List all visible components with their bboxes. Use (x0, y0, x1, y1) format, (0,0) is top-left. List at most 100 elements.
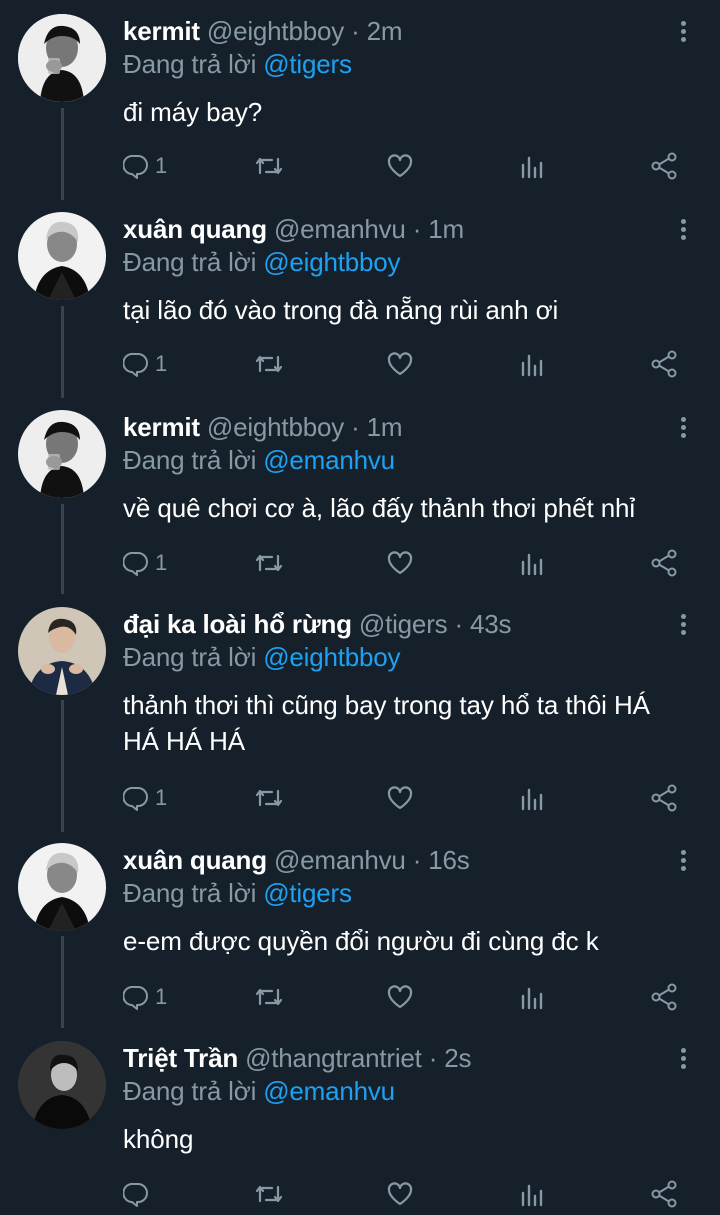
share-icon (651, 350, 677, 378)
like-icon (387, 352, 413, 376)
retweet-icon (255, 789, 283, 807)
replying-to-label: Đang trả lời (123, 642, 257, 672)
share-button[interactable] (650, 344, 678, 384)
retweet-button[interactable] (254, 543, 284, 583)
timestamp[interactable]: 1m (367, 412, 403, 442)
tweet-actions: 1 (0, 146, 720, 186)
avatar[interactable] (18, 410, 106, 498)
display-name[interactable]: đại ka loài hổ rừng (123, 609, 352, 639)
like-button[interactable] (386, 344, 414, 384)
like-button[interactable] (386, 146, 414, 186)
share-button[interactable] (650, 1174, 678, 1214)
user-handle[interactable]: @emanhvu (274, 845, 406, 875)
reply-button[interactable]: 1 (123, 778, 167, 818)
separator-dot: · (412, 214, 422, 244)
stats-icon (521, 156, 543, 179)
like-button[interactable] (386, 543, 414, 583)
reply-target-link[interactable]: @emanhvu (263, 445, 395, 475)
like-button[interactable] (386, 977, 414, 1017)
stats-button[interactable] (519, 977, 545, 1017)
retweet-button[interactable] (254, 977, 284, 1017)
tweet-text: e-em được quyền đổi ngườu đi cùng đc k (123, 926, 599, 956)
share-button[interactable] (650, 977, 678, 1017)
reply-count: 1 (155, 984, 168, 1009)
reply-icon (123, 352, 148, 377)
timestamp[interactable]: 2m (367, 16, 403, 46)
reply-icon (123, 985, 148, 1010)
avatar[interactable] (18, 843, 106, 931)
share-icon (651, 152, 677, 180)
stats-icon (521, 354, 543, 377)
retweet-button[interactable] (254, 778, 284, 818)
tigers-avatar-image (18, 607, 106, 695)
display-name[interactable]: Triệt Trần (123, 1043, 238, 1073)
separator-dot: · (454, 609, 463, 639)
separator-dot: · (351, 412, 360, 442)
retweet-button[interactable] (254, 1174, 284, 1214)
kermit-avatar-image (18, 410, 106, 498)
like-button[interactable] (386, 1174, 414, 1214)
reply-button[interactable]: 1 (123, 977, 167, 1017)
reply-count: 1 (155, 351, 168, 376)
more-icon[interactable] (676, 847, 690, 875)
display-name[interactable]: xuân quang (123, 214, 267, 244)
stats-button[interactable] (519, 146, 545, 186)
more-icon[interactable] (676, 216, 690, 244)
stats-icon (521, 1184, 543, 1207)
stats-button[interactable] (519, 778, 545, 818)
tweet-actions: 1 (0, 344, 720, 384)
timestamp[interactable]: 43s (470, 609, 512, 639)
stats-icon (521, 553, 543, 576)
avatar[interactable] (18, 607, 106, 695)
more-icon[interactable] (676, 1045, 690, 1073)
retweet-button[interactable] (254, 146, 284, 186)
avatar[interactable] (18, 212, 106, 300)
stats-button[interactable] (519, 1174, 545, 1214)
retweet-button[interactable] (254, 344, 284, 384)
display-name[interactable]: xuân quang (123, 845, 267, 875)
reply-button[interactable]: 1 (123, 344, 167, 384)
display-name[interactable]: kermit (123, 412, 200, 442)
share-button[interactable] (650, 778, 678, 818)
user-handle[interactable]: @thangtrantriet (245, 1043, 422, 1073)
more-icon[interactable] (676, 611, 690, 639)
reply-target-link[interactable]: @tigers (263, 878, 352, 908)
user-handle[interactable]: @eightbboy (207, 16, 344, 46)
avatar[interactable] (18, 14, 106, 102)
xuan-quang-avatar-image (18, 843, 106, 931)
timestamp[interactable]: 16s (428, 845, 470, 875)
reply-button[interactable]: 1 (123, 543, 167, 583)
like-icon (387, 786, 413, 810)
stats-button[interactable] (519, 344, 545, 384)
reply-target-link[interactable]: @eightbboy (263, 247, 400, 277)
tweet-text: không (123, 1124, 194, 1154)
kermit-avatar-image (18, 14, 106, 102)
stats-button[interactable] (519, 543, 545, 583)
timestamp[interactable]: 2s (444, 1043, 471, 1073)
reply-target-link[interactable]: @emanhvu (263, 1076, 395, 1106)
tweet-actions: 1 (0, 543, 720, 583)
share-icon (651, 549, 677, 577)
user-handle[interactable]: @eightbboy (207, 412, 344, 442)
replying-to-label: Đang trả lời (123, 1076, 257, 1106)
display-name[interactable]: kermit (123, 16, 200, 46)
more-icon[interactable] (676, 414, 690, 442)
user-handle[interactable]: @tigers (359, 609, 448, 639)
share-button[interactable] (650, 146, 678, 186)
timestamp[interactable]: 1m (428, 214, 464, 244)
replying-to-label: Đang trả lời (123, 878, 257, 908)
share-button[interactable] (650, 543, 678, 583)
reply-target-link[interactable]: @eightbboy (263, 642, 400, 672)
like-button[interactable] (386, 778, 414, 818)
like-icon (387, 1182, 413, 1206)
more-icon[interactable] (676, 18, 690, 46)
user-handle[interactable]: @emanhvu (274, 214, 406, 244)
stats-icon (521, 987, 543, 1010)
replying-to-label: Đang trả lời (123, 247, 257, 277)
reply-button[interactable]: 1 (123, 146, 167, 186)
avatar[interactable] (18, 1041, 106, 1129)
reply-target-link[interactable]: @tigers (263, 49, 352, 79)
tweet-actions: 1 (0, 977, 720, 1017)
reply-count: 1 (155, 550, 168, 575)
reply-button[interactable] (123, 1174, 155, 1214)
